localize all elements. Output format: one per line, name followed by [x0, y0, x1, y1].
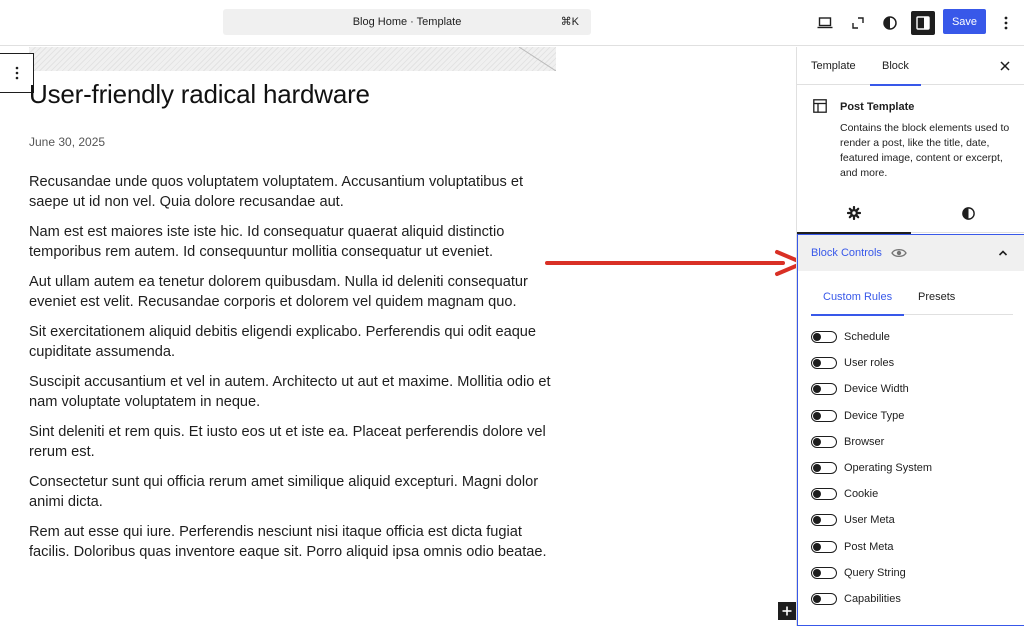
- contrast-icon[interactable]: [878, 11, 902, 35]
- plus-icon: [782, 606, 792, 616]
- external-link-icon[interactable]: [846, 11, 870, 35]
- paragraph: Sint deleniti et rem quis. Et iusto eos …: [29, 424, 546, 460]
- tab-presets[interactable]: Presets: [918, 279, 955, 315]
- custom-rules-list: Schedule User roles Device Width Device …: [811, 324, 1013, 612]
- chevron-up-icon: [998, 250, 1008, 256]
- rule-label: Operating System: [844, 462, 933, 475]
- post-title[interactable]: User-friendly radical hardware: [29, 79, 370, 110]
- block-card: Post Template Contains the block element…: [797, 85, 1024, 193]
- rule-item-cookie: Cookie: [811, 481, 1013, 507]
- block-name: Post Template: [840, 101, 915, 113]
- annotation-arrow-icon: [545, 250, 805, 276]
- sidebar-tabs: Template Block: [797, 47, 1024, 86]
- rule-label: Capabilities: [844, 592, 901, 605]
- inspector-tabs: [797, 193, 1024, 234]
- settings-sidebar: Template Block Post Template Contains th…: [796, 47, 1024, 626]
- schedule-toggle[interactable]: [811, 331, 837, 344]
- command-palette-bar[interactable]: Blog Home · Template ⌘K: [223, 9, 591, 35]
- rule-item-user-meta: User Meta: [811, 507, 1013, 533]
- sidebar-toggle-icon[interactable]: [911, 11, 935, 35]
- layout-icon: [813, 99, 827, 113]
- tab-block[interactable]: Block: [870, 47, 921, 86]
- rule-label: Device Width: [844, 383, 909, 396]
- device-width-toggle[interactable]: [811, 383, 837, 396]
- rule-label: User Meta: [844, 514, 895, 527]
- post-content[interactable]: Recusandae unde quos voluptatem voluptat…: [29, 172, 559, 572]
- capabilities-toggle[interactable]: [811, 592, 837, 605]
- rule-label: User roles: [844, 357, 895, 370]
- user-meta-toggle[interactable]: [811, 514, 837, 527]
- rule-item-device-type: Device Type: [811, 403, 1013, 429]
- browser-toggle[interactable]: [811, 435, 837, 448]
- user-roles-toggle[interactable]: [811, 357, 837, 370]
- rule-item-device-width: Device Width: [811, 376, 1013, 402]
- document-title: Blog Home · Template: [352, 16, 462, 28]
- block-controls-label: Block Controls: [811, 247, 882, 259]
- paragraph: Sit exercitationem aliquid debitis elige…: [29, 324, 537, 360]
- close-icon[interactable]: [998, 59, 1012, 73]
- tab-custom-rules[interactable]: Custom Rules: [810, 279, 905, 316]
- paragraph: Rem aut esse qui iure. Perferendis nesci…: [29, 524, 547, 560]
- editor-canvas[interactable]: User-friendly radical hardware June 30, …: [0, 47, 796, 626]
- rule-item-capabilities: Capabilities: [811, 586, 1013, 612]
- rule-item-browser: Browser: [811, 429, 1013, 455]
- rule-item-operating-system: Operating System: [811, 455, 1013, 481]
- paragraph: Suscipit accusantium et vel in autem. Ar…: [29, 374, 551, 410]
- save-button[interactable]: Save: [943, 9, 986, 34]
- featured-image-placeholder[interactable]: [29, 47, 556, 71]
- cookie-toggle[interactable]: [811, 488, 837, 501]
- rule-label: Browser: [844, 435, 885, 448]
- eye-icon: [891, 248, 907, 258]
- block-controls-panel: Block Controls Custom Rules Presets Sche…: [797, 234, 1024, 626]
- rule-label: Post Meta: [844, 540, 894, 553]
- device-type-toggle[interactable]: [811, 409, 837, 422]
- rule-item-query-string: Query String: [811, 560, 1013, 586]
- block-inserter-button[interactable]: [778, 602, 796, 620]
- rule-item-schedule: Schedule: [811, 324, 1013, 350]
- styles-contrast-icon[interactable]: [911, 193, 1024, 233]
- paragraph: Aut ullam autem ea tenetur dolorem quibu…: [29, 274, 528, 310]
- rule-tabs: Custom Rules Presets: [810, 279, 1013, 316]
- rule-item-post-meta: Post Meta: [811, 534, 1013, 560]
- query-string-toggle[interactable]: [811, 566, 837, 579]
- post-date: June 30, 2025: [29, 135, 106, 149]
- rule-label: Query String: [844, 566, 906, 579]
- block-description: Contains the block elements used to rend…: [840, 122, 1010, 179]
- editor-header: Blog Home · Template ⌘K Save: [0, 0, 1024, 46]
- more-vertical-icon: [15, 66, 18, 80]
- paragraph: Nam est est maiores iste iste hic. Id co…: [29, 224, 505, 260]
- command-shortcut: ⌘K: [560, 16, 579, 28]
- rule-label: Cookie: [844, 488, 879, 501]
- rule-label: Schedule: [844, 331, 890, 344]
- operating-system-toggle[interactable]: [811, 462, 837, 475]
- tab-template[interactable]: Template: [811, 47, 856, 85]
- more-vertical-icon[interactable]: [994, 11, 1018, 35]
- post-meta-toggle[interactable]: [811, 540, 837, 553]
- desktop-view-icon[interactable]: [813, 11, 837, 35]
- rule-label: Device Type: [844, 409, 905, 422]
- block-controls-toggle[interactable]: Block Controls: [798, 235, 1024, 271]
- paragraph: Recusandae unde quos voluptatem voluptat…: [29, 174, 524, 210]
- paragraph: Consectetur sunt qui officia rerum amet …: [29, 474, 539, 510]
- rule-item-user-roles: User roles: [811, 350, 1013, 376]
- settings-gear-icon[interactable]: [797, 193, 911, 234]
